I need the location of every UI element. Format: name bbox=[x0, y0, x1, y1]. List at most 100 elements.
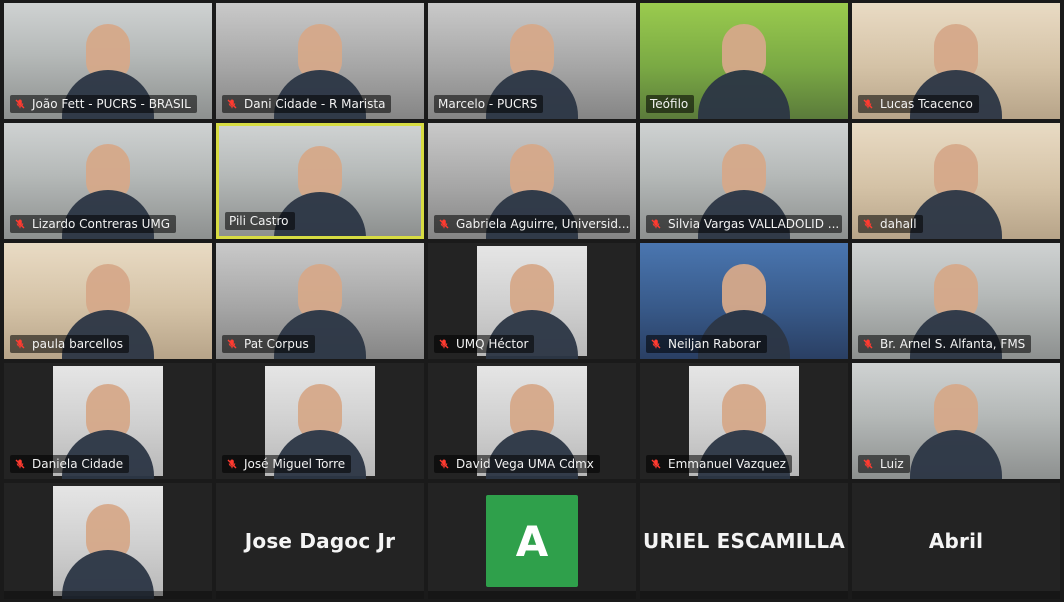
participant-silhouette bbox=[86, 503, 130, 560]
name-tag: Emmanuel Vazquez bbox=[646, 455, 792, 473]
participant-silhouette bbox=[510, 263, 554, 320]
participant-name: Pat Corpus bbox=[244, 337, 309, 351]
name-tag: dahall bbox=[858, 215, 923, 233]
participant-name: dahall bbox=[880, 217, 917, 231]
name-tag: Marcelo - PUCRS bbox=[434, 95, 544, 113]
participant-tile[interactable]: paula barcellos bbox=[4, 243, 212, 359]
participant-name: Teófilo bbox=[650, 97, 689, 111]
participant-name: José Miguel Torre bbox=[244, 457, 346, 471]
active-speaker-tile[interactable]: Pili Castro bbox=[216, 123, 424, 239]
participant-tile[interactable]: Neiljan Raborar bbox=[640, 243, 848, 359]
participant-name: Neiljan Raborar bbox=[668, 337, 761, 351]
participant-tile[interactable]: Emmanuel Vazquez bbox=[640, 363, 848, 479]
participant-tile[interactable]: URIEL ESCAMILLA bbox=[640, 483, 848, 599]
name-tag: David Vega UMA Cdmx bbox=[434, 455, 600, 473]
name-tag: Pili Castro bbox=[225, 212, 295, 230]
participant-tile[interactable] bbox=[4, 483, 212, 599]
participant-silhouette bbox=[510, 23, 554, 80]
muted-microphone-icon bbox=[14, 458, 26, 470]
participant-name: Luiz bbox=[880, 457, 904, 471]
participant-silhouette bbox=[934, 143, 978, 200]
name-tag-cutoff bbox=[4, 591, 212, 599]
participant-tile[interactable]: A bbox=[428, 483, 636, 599]
participant-silhouette bbox=[298, 263, 342, 320]
participant-silhouette bbox=[722, 143, 766, 200]
participant-tile[interactable]: Lucas Tcacenco bbox=[852, 3, 1060, 119]
muted-microphone-icon bbox=[438, 338, 450, 350]
participant-tile[interactable]: José Miguel Torre bbox=[216, 363, 424, 479]
name-tag-cutoff bbox=[216, 591, 424, 599]
participant-name: João Fett - PUCRS - BRASIL bbox=[32, 97, 191, 111]
muted-microphone-icon bbox=[14, 98, 26, 110]
participant-tile[interactable]: Luiz bbox=[852, 363, 1060, 479]
name-tag: Daniela Cidade bbox=[10, 455, 130, 473]
participant-tile[interactable]: Daniela Cidade bbox=[4, 363, 212, 479]
participant-tile[interactable]: dahall bbox=[852, 123, 1060, 239]
participant-silhouette bbox=[510, 383, 554, 440]
name-tag: paula barcellos bbox=[10, 335, 129, 353]
name-tag: Teófilo bbox=[646, 95, 695, 113]
participant-tile[interactable]: David Vega UMA Cdmx bbox=[428, 363, 636, 479]
name-tag: UMQ Héctor bbox=[434, 335, 535, 353]
participant-silhouette bbox=[510, 143, 554, 200]
name-tag: Lucas Tcacenco bbox=[858, 95, 979, 113]
muted-microphone-icon bbox=[650, 338, 662, 350]
name-tag: Lizardo Contreras UMG bbox=[10, 215, 177, 233]
participant-tile[interactable]: Pat Corpus bbox=[216, 243, 424, 359]
participant-tile[interactable]: Silvia Vargas VALLADOLID ... bbox=[640, 123, 848, 239]
participant-name: Lucas Tcacenco bbox=[880, 97, 973, 111]
participant-name: Gabriela Aguirre, Universid... bbox=[456, 217, 630, 231]
name-tag: Dani Cidade - R Marista bbox=[222, 95, 392, 113]
participant-name: Lizardo Contreras UMG bbox=[32, 217, 171, 231]
participant-name: Emmanuel Vazquez bbox=[668, 457, 786, 471]
participant-tile[interactable]: Teófilo bbox=[640, 3, 848, 119]
participant-silhouette bbox=[934, 263, 978, 320]
participant-silhouette bbox=[722, 383, 766, 440]
participant-tile[interactable]: Br. Arnel S. Alfanta, FMS bbox=[852, 243, 1060, 359]
participant-silhouette bbox=[934, 383, 978, 440]
muted-microphone-icon bbox=[14, 218, 26, 230]
participant-name: Silvia Vargas VALLADOLID ... bbox=[668, 217, 840, 231]
name-tag: João Fett - PUCRS - BRASIL bbox=[10, 95, 197, 113]
participant-tile[interactable]: João Fett - PUCRS - BRASIL bbox=[4, 3, 212, 119]
name-tag-cutoff bbox=[852, 591, 1060, 599]
participant-silhouette bbox=[298, 23, 342, 80]
participant-tile[interactable]: Dani Cidade - R Marista bbox=[216, 3, 424, 119]
participant-tile[interactable]: Gabriela Aguirre, Universid... bbox=[428, 123, 636, 239]
name-tag: José Miguel Torre bbox=[222, 455, 352, 473]
participant-silhouette bbox=[86, 143, 130, 200]
muted-microphone-icon bbox=[650, 458, 662, 470]
muted-microphone-icon bbox=[14, 338, 26, 350]
name-tag: Luiz bbox=[858, 455, 910, 473]
name-tag-cutoff bbox=[428, 591, 636, 599]
participant-name: David Vega UMA Cdmx bbox=[456, 457, 594, 471]
muted-microphone-icon bbox=[226, 98, 238, 110]
participant-tile[interactable]: Abril bbox=[852, 483, 1060, 599]
participant-tile[interactable]: UMQ Héctor bbox=[428, 243, 636, 359]
name-tag: Br. Arnel S. Alfanta, FMS bbox=[858, 335, 1032, 353]
participant-silhouette bbox=[722, 263, 766, 320]
muted-microphone-icon bbox=[650, 218, 662, 230]
participant-display-name: Jose Dagoc Jr bbox=[244, 529, 396, 553]
participant-name: Pili Castro bbox=[229, 214, 289, 228]
muted-microphone-icon bbox=[438, 218, 450, 230]
participant-silhouette bbox=[298, 145, 342, 202]
muted-microphone-icon bbox=[862, 338, 874, 350]
participant-avatar: A bbox=[486, 495, 578, 587]
participant-tile[interactable]: Jose Dagoc Jr bbox=[216, 483, 424, 599]
participants-grid: João Fett - PUCRS - BRASIL Dani Cidade -… bbox=[0, 0, 1064, 602]
participant-display-name: URIEL ESCAMILLA bbox=[643, 529, 845, 553]
participant-tile[interactable]: Marcelo - PUCRS bbox=[428, 3, 636, 119]
participant-name: Br. Arnel S. Alfanta, FMS bbox=[880, 337, 1026, 351]
participant-tile[interactable]: Lizardo Contreras UMG bbox=[4, 123, 212, 239]
participant-name: paula barcellos bbox=[32, 337, 123, 351]
muted-microphone-icon bbox=[862, 458, 874, 470]
participant-silhouette bbox=[86, 263, 130, 320]
name-tag: Pat Corpus bbox=[222, 335, 315, 353]
participant-name: Marcelo - PUCRS bbox=[438, 97, 538, 111]
participant-name: Daniela Cidade bbox=[32, 457, 124, 471]
name-tag-cutoff bbox=[640, 591, 848, 599]
participant-silhouette bbox=[298, 383, 342, 440]
participant-silhouette bbox=[934, 23, 978, 80]
participant-silhouette bbox=[86, 383, 130, 440]
